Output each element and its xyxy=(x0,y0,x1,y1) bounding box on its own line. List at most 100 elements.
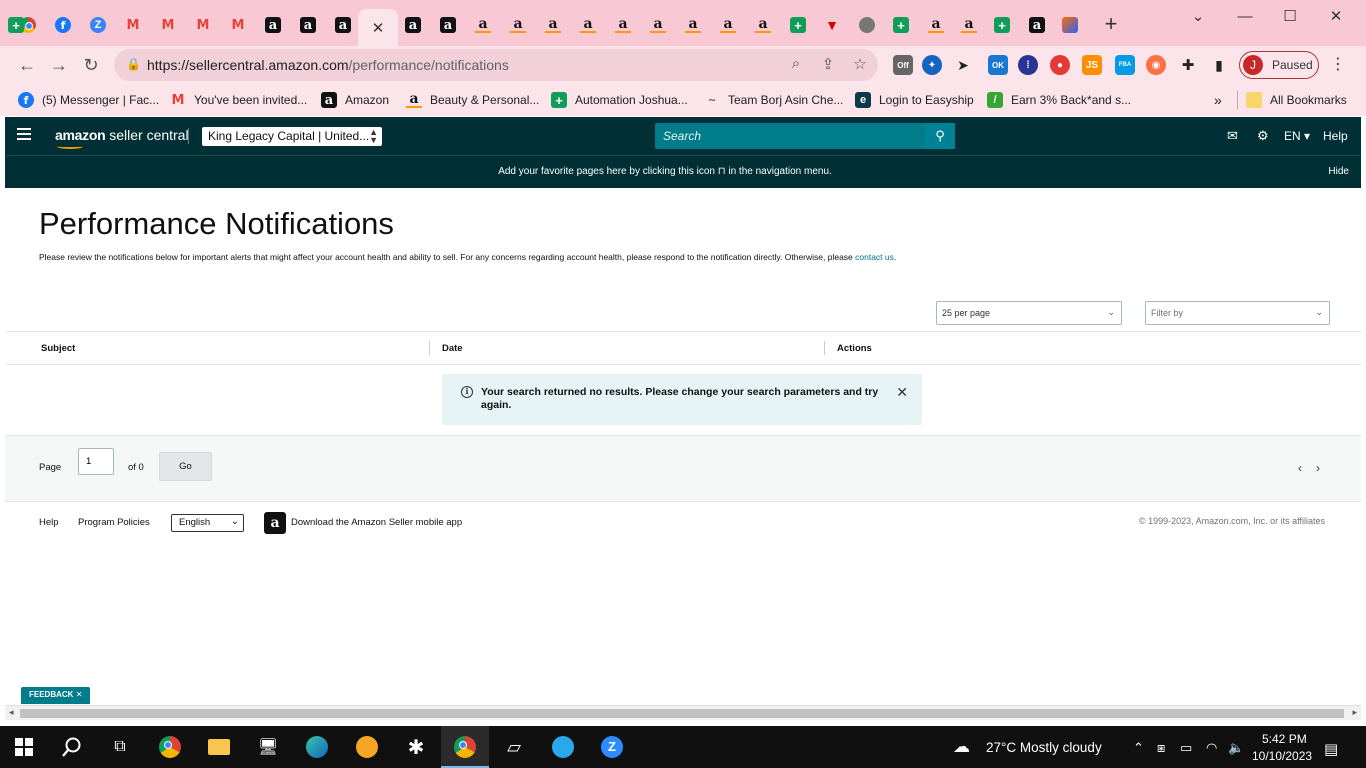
browser-tab[interactable]: a xyxy=(920,9,952,41)
bookmark-item[interactable]: f (5) Messenger | Fac... xyxy=(18,91,159,109)
scroll-right-icon[interactable]: ▸ xyxy=(1352,707,1357,718)
per-page-select[interactable]: 25 per page ⌄ xyxy=(936,301,1122,325)
tab-search-chevron-icon[interactable]: ⌄ xyxy=(1175,6,1221,28)
back-arrow-icon[interactable]: ← xyxy=(16,54,38,76)
help-link[interactable]: Help xyxy=(1323,129,1348,143)
search-button[interactable]: ⚲ xyxy=(925,123,955,149)
volume-icon[interactable]: 🔈 xyxy=(1228,740,1244,756)
browser-menu-icon[interactable]: ⋮ xyxy=(1330,54,1346,74)
browser-tab[interactable]: a xyxy=(292,9,324,41)
browser-tab[interactable]: + xyxy=(782,9,814,41)
chrome-profile-taskbar-icon[interactable] xyxy=(453,735,477,759)
clock-date[interactable]: 10/10/2023 xyxy=(1252,749,1312,763)
slack-icon[interactable]: ✱ xyxy=(404,735,428,759)
forward-arrow-icon[interactable]: → xyxy=(48,54,70,76)
scrollbar-thumb[interactable] xyxy=(20,709,1344,718)
control-panel-icon[interactable]: 🖥 xyxy=(256,735,280,759)
meet-icon[interactable]: ⧆ xyxy=(1157,740,1165,756)
side-panel-icon[interactable]: ▮ xyxy=(1209,55,1229,75)
extension-off-icon[interactable]: Off xyxy=(893,55,913,75)
bookmark-star-icon[interactable]: ☆ xyxy=(850,55,870,73)
seller-central-logo[interactable]: amazon seller central xyxy=(55,127,189,149)
browser-tab[interactable] xyxy=(851,9,883,41)
search-input[interactable] xyxy=(655,123,925,149)
extension-ok-icon[interactable]: OK xyxy=(988,55,1008,75)
previous-page-icon[interactable]: ‹ xyxy=(1298,461,1302,475)
new-tab-button[interactable]: + xyxy=(1101,13,1121,35)
browser-tab[interactable]: a xyxy=(747,9,779,41)
browser-tab[interactable]: a xyxy=(502,9,534,41)
feedback-button[interactable]: FEEDBACK ✕ xyxy=(21,687,90,704)
language-selector[interactable]: EN ▾ xyxy=(1284,129,1310,143)
extension-js-icon[interactable]: JS xyxy=(1082,55,1102,75)
browser-tab[interactable]: a xyxy=(642,9,674,41)
bookmarks-overflow-icon[interactable]: » xyxy=(1214,91,1222,109)
browser-tab[interactable]: Z xyxy=(82,9,114,41)
browser-tab[interactable]: a xyxy=(537,9,569,41)
browser-tab[interactable]: + xyxy=(0,9,32,41)
filter-select[interactable]: Filter by ⌄ xyxy=(1145,301,1330,325)
extension-blue-icon[interactable]: ✦ xyxy=(922,55,942,75)
tray-overflow-icon[interactable]: ⌃ xyxy=(1133,740,1144,756)
browser-tab[interactable]: a xyxy=(677,9,709,41)
browser-tab[interactable]: a xyxy=(432,9,464,41)
extension-cursor-icon[interactable]: ➤ xyxy=(953,55,973,75)
column-subject[interactable]: Subject xyxy=(41,343,75,354)
browser-tab[interactable]: a xyxy=(712,9,744,41)
clock-time[interactable]: 5:42 PM xyxy=(1262,732,1307,746)
mail-icon[interactable]: ✉ xyxy=(1227,128,1238,144)
bookmark-item[interactable]: a Amazon xyxy=(321,91,389,109)
go-button[interactable]: Go xyxy=(159,452,212,481)
browser-tab[interactable]: f xyxy=(47,9,79,41)
column-date[interactable]: Date xyxy=(442,343,463,354)
browser-tab[interactable]: a xyxy=(467,9,499,41)
browser-tab[interactable]: ▼ xyxy=(816,9,848,41)
scroll-left-icon[interactable]: ◂ xyxy=(9,707,14,718)
profile-button[interactable]: J Paused xyxy=(1239,51,1319,79)
bookmark-item[interactable]: / Earn 3% Back*and s... xyxy=(987,91,1131,109)
close-icon[interactable]: ✕ xyxy=(76,690,83,699)
search-icon[interactable] xyxy=(60,735,84,759)
browser-tab-active[interactable]: ✕ xyxy=(358,9,398,46)
browser-tab[interactable]: a xyxy=(257,9,289,41)
account-selector[interactable]: King Legacy Capital | United... ▲ ▼ xyxy=(202,127,382,146)
close-icon[interactable]: ✕ xyxy=(372,19,385,37)
battery-icon[interactable]: ▭ xyxy=(1180,740,1192,756)
browser-tab[interactable]: a xyxy=(607,9,639,41)
weather-cloud-icon[interactable]: ☁ xyxy=(953,737,970,757)
file-explorer-icon[interactable] xyxy=(207,735,231,759)
browser-tab[interactable] xyxy=(1054,9,1086,41)
footer-language-select[interactable]: English ⌄ xyxy=(171,514,244,532)
all-bookmarks-button[interactable]: All Bookmarks xyxy=(1237,91,1347,109)
extensions-puzzle-icon[interactable]: ✚ xyxy=(1178,55,1198,75)
telegram-icon[interactable] xyxy=(551,735,575,759)
next-page-icon[interactable]: › xyxy=(1316,461,1320,475)
hide-banner-button[interactable]: Hide xyxy=(1328,166,1349,177)
close-window-button[interactable]: ✕ xyxy=(1313,6,1359,28)
footer-help-link[interactable]: Help xyxy=(39,517,59,528)
wifi-icon[interactable]: ◠ xyxy=(1206,740,1217,756)
browser-tab[interactable]: M xyxy=(187,9,219,41)
browser-tab[interactable]: a xyxy=(397,9,429,41)
browser-tab[interactable]: a xyxy=(1021,9,1053,41)
share-icon[interactable]: ⇪ xyxy=(818,55,838,73)
vpn-shield-icon[interactable] xyxy=(355,735,379,759)
browser-tab[interactable]: + xyxy=(885,9,917,41)
minimize-button[interactable]: — xyxy=(1222,6,1268,28)
zoom-app-icon[interactable]: Z xyxy=(600,735,624,759)
horizontal-scrollbar[interactable]: ◂ ▸ xyxy=(5,705,1361,720)
url-text[interactable]: https://sellercentral.amazon.com/perform… xyxy=(147,57,509,73)
bookmark-item[interactable]: a Beauty & Personal... xyxy=(406,91,539,109)
address-bar[interactable]: 🔒 https://sellercentral.amazon.com/perfo… xyxy=(114,49,878,81)
browser-tab[interactable]: M xyxy=(152,9,184,41)
program-policies-link[interactable]: Program Policies xyxy=(78,517,150,528)
extension-grid-icon[interactable]: ⁞ xyxy=(1018,55,1038,75)
notifications-icon[interactable]: ▤ xyxy=(1324,740,1338,758)
gear-icon[interactable]: ⚙ xyxy=(1257,128,1269,144)
bookmark-item[interactable]: ~ Team Borj Asin Che... xyxy=(704,91,843,109)
notepad-icon[interactable]: ▱ xyxy=(502,735,526,759)
browser-tab[interactable]: a xyxy=(953,9,985,41)
extension-firefox-icon[interactable]: ◉ xyxy=(1146,55,1166,75)
amazon-seller-app-icon[interactable]: a xyxy=(264,512,286,534)
bookmark-item[interactable]: M You've been invited... xyxy=(170,91,308,109)
